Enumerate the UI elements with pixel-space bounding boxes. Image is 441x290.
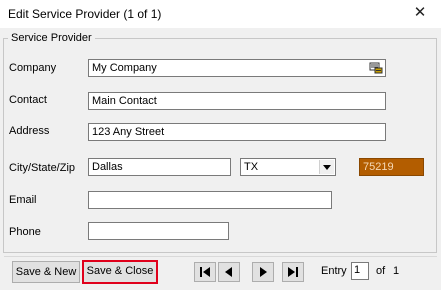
zip-field[interactable]: 75219 — [359, 158, 424, 176]
contact-field[interactable]: Main Contact — [88, 92, 386, 110]
company-value: My Company — [92, 62, 157, 74]
next-record-icon — [260, 267, 267, 277]
save-and-close-button[interactable]: Save & Close — [82, 260, 158, 284]
title-bar: Edit Service Provider (1 of 1) ✕ — [0, 0, 441, 28]
previous-record-button[interactable] — [218, 262, 240, 282]
footer-separator — [4, 256, 437, 257]
lookup-icon[interactable] — [369, 62, 383, 74]
next-record-button[interactable] — [252, 262, 274, 282]
entry-label: Entry — [321, 265, 347, 277]
contact-value: Main Contact — [92, 95, 157, 107]
entry-number-input[interactable]: 1 — [351, 262, 369, 280]
entry-total: 1 — [393, 265, 400, 277]
of-label: of — [376, 265, 386, 277]
city-state-zip-label: City/State/Zip — [9, 162, 76, 174]
previous-record-icon — [225, 267, 232, 277]
state-select[interactable]: TX — [240, 158, 336, 176]
phone-label: Phone — [9, 226, 41, 238]
address-value: 123 Any Street — [92, 126, 165, 138]
company-label: Company — [9, 62, 57, 74]
last-record-icon — [288, 267, 298, 277]
email-field[interactable] — [88, 191, 332, 209]
chevron-down-icon[interactable] — [319, 160, 334, 174]
phone-field[interactable] — [88, 222, 229, 240]
contact-label: Contact — [9, 94, 47, 106]
city-value: Dallas — [92, 161, 123, 173]
company-field[interactable]: My Company — [88, 59, 386, 77]
city-field[interactable]: Dallas — [88, 158, 231, 176]
save-and-new-button[interactable]: Save & New — [12, 261, 80, 283]
window-title: Edit Service Provider (1 of 1) — [8, 7, 162, 21]
address-label: Address — [9, 125, 50, 137]
address-field[interactable]: 123 Any Street — [88, 123, 386, 141]
email-label: Email — [9, 194, 37, 206]
state-value: TX — [244, 161, 259, 173]
last-record-button[interactable] — [282, 262, 304, 282]
zip-value: 75219 — [363, 161, 394, 173]
close-icon[interactable]: ✕ — [412, 5, 428, 21]
first-record-icon — [200, 267, 210, 277]
group-label: Service Provider — [8, 32, 95, 44]
first-record-button[interactable] — [194, 262, 216, 282]
